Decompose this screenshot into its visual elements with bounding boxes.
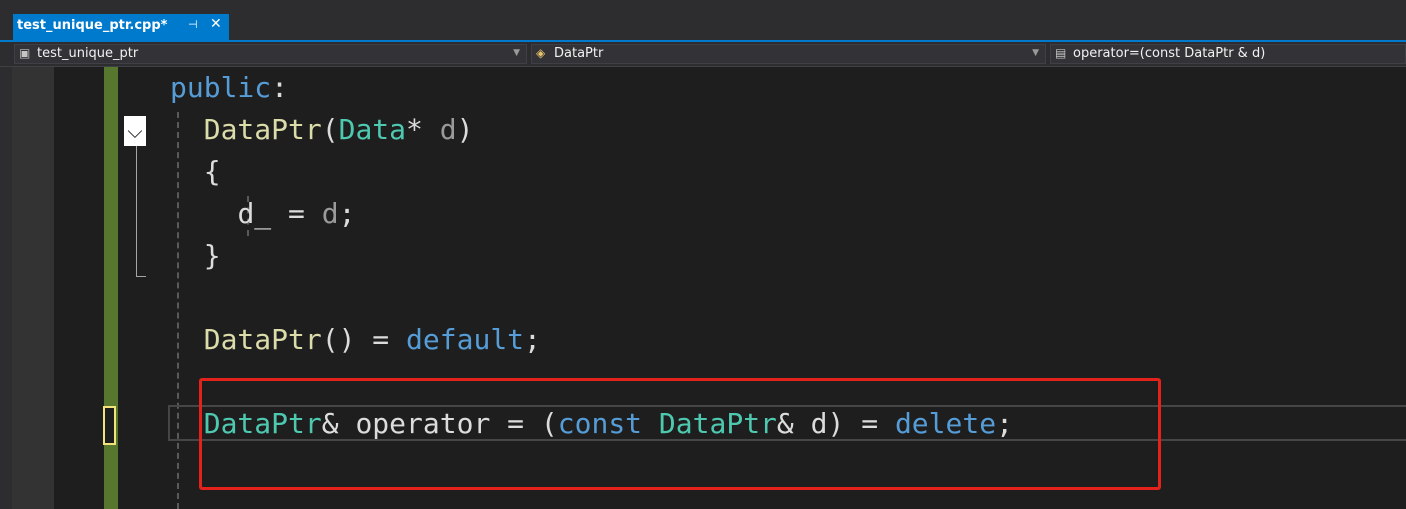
document-tab-strip: test_unique_ptr.cpp* ⊣ ✕ [0, 0, 1406, 40]
left-edge-strip [0, 67, 12, 509]
code-line-open-brace[interactable]: { [170, 151, 221, 193]
tab-test-unique-ptr[interactable]: test_unique_ptr.cpp* ⊣ ✕ [13, 14, 229, 40]
method-icon: ▤ [1055, 46, 1067, 60]
class-icon: ◈ [536, 46, 546, 60]
member-dropdown[interactable]: ▤ operator=(const DataPtr & d) [1050, 44, 1406, 64]
project-dropdown[interactable]: ▣ test_unique_ptr ▼ [14, 44, 527, 64]
outline-fold-line [136, 146, 137, 276]
navigation-bar: ▣ test_unique_ptr ▼ ◈ DataPtr ▼ ▤ operat… [0, 42, 1406, 67]
chevron-down-icon: ▼ [1032, 48, 1039, 58]
collapse-icon[interactable]: ⌵ [124, 116, 146, 146]
tab-title: test_unique_ptr.cpp* [17, 18, 168, 33]
code-line-default-ctor[interactable]: DataPtr() = default; [170, 319, 541, 361]
code-line-close-brace[interactable]: } [170, 235, 221, 277]
glyph-margin [12, 67, 54, 509]
class-dropdown[interactable]: ◈ DataPtr ▼ [531, 44, 1046, 64]
pin-icon[interactable]: ⊣ [188, 18, 198, 31]
code-line-constructor[interactable]: DataPtr(Data* d) [170, 109, 474, 151]
current-line-indicator [103, 406, 116, 445]
red-highlight-box [199, 378, 1161, 490]
project-icon: ▣ [19, 46, 31, 60]
close-icon[interactable]: ✕ [210, 16, 222, 32]
chevron-down-icon: ▼ [513, 48, 520, 58]
line-number-gutter [54, 67, 104, 509]
code-line-public[interactable]: public: [170, 67, 288, 109]
outline-fold-end [136, 276, 146, 277]
code-line-assign[interactable]: d_ = d; [170, 193, 355, 235]
